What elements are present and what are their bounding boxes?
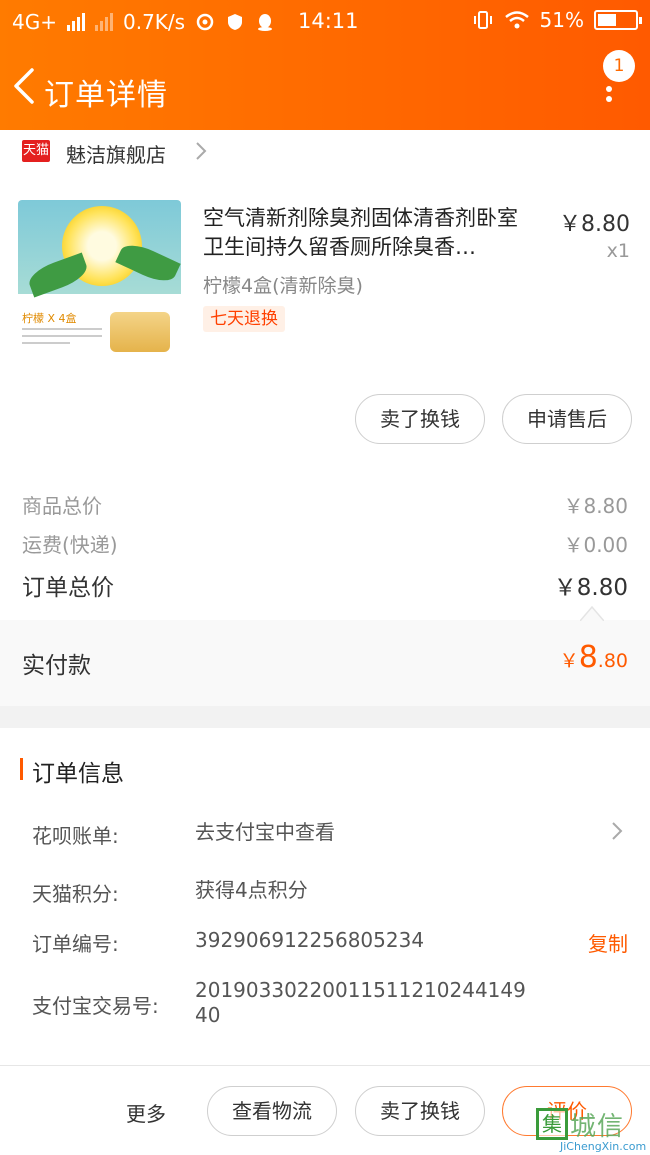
back-icon[interactable] xyxy=(10,66,40,106)
watermark-text: 城信 xyxy=(570,1112,625,1142)
shipping-row: 运费(快递) ￥0.00 xyxy=(22,529,628,558)
info-key: 花呗账单: xyxy=(32,824,119,848)
caret-up-icon xyxy=(580,605,604,621)
wifi-icon xyxy=(504,11,529,29)
order-total-label: 订单总价 xyxy=(22,575,114,601)
chevron-right-icon xyxy=(196,142,207,160)
vibrate-icon xyxy=(473,11,492,29)
dot-icon xyxy=(606,86,612,92)
return-policy-tag: 七天退换 xyxy=(203,306,285,332)
leaf-graphic xyxy=(115,238,181,288)
battery-icon xyxy=(594,10,642,30)
order-total-row: 订单总价 ￥8.80 xyxy=(22,568,628,602)
product-card: 柠檬 X 4盒 空气清新剂除臭剂固体清香剂卧室卫生间持久留香厕所除臭香… ￥8.… xyxy=(0,172,650,472)
info-value: 392906912256805234 xyxy=(195,928,425,952)
info-value: 获得4点积分 xyxy=(195,878,308,902)
watermark-url: JiChengXin.com xyxy=(560,1140,647,1153)
info-value: 2019033022001151121024414940 xyxy=(195,978,526,1027)
qq-icon xyxy=(258,14,273,31)
product-sku: 柠檬4盒(清新除臭) xyxy=(203,275,363,297)
header: 4G+ 0.7K/s 14:11 51% 订单详情 1 xyxy=(0,0,650,130)
product-price: ￥8.80 xyxy=(559,212,630,237)
info-value[interactable]: 去支付宝中查看 xyxy=(195,820,535,845)
shipping-value: ￥0.00 xyxy=(563,533,628,557)
product-title[interactable]: 空气清新剂除臭剂固体清香剂卧室卫生间持久留香厕所除臭香… xyxy=(203,204,533,262)
shop-name[interactable]: 魅洁旗舰店 xyxy=(66,139,166,168)
paid-amount: ￥8.80 xyxy=(560,640,628,675)
network-label: 4G+ xyxy=(12,10,57,34)
battery-percent: 51% xyxy=(539,8,584,32)
tmall-logo: 天猫 xyxy=(22,140,50,162)
after-sale-button[interactable]: 申请售后 xyxy=(502,394,632,444)
signal-icon xyxy=(66,13,85,31)
copy-button[interactable]: 复制 xyxy=(588,928,628,957)
price-summary: 商品总价 ￥8.80 运费(快递) ￥0.00 订单总价 ￥8.80 xyxy=(0,472,650,620)
paid-decimal: .80 xyxy=(597,650,628,672)
product-image-label: 柠檬 X 4盒 xyxy=(22,312,77,325)
info-key: 订单编号: xyxy=(32,932,119,956)
section-accent-bar xyxy=(20,758,23,780)
status-bar: 4G+ 0.7K/s 14:11 51% xyxy=(0,0,650,44)
order-total-value: ￥8.80 xyxy=(553,575,628,601)
sync-icon xyxy=(196,13,214,31)
clock: 14:11 xyxy=(298,9,359,33)
signal-icon-2 xyxy=(94,13,113,31)
product-image-text xyxy=(22,328,102,349)
view-logistics-button[interactable]: 查看物流 xyxy=(207,1086,337,1136)
order-info-section: 订单信息 花呗账单: 去支付宝中查看 天猫积分: 获得4点积分 订单编号: 39… xyxy=(0,728,650,1068)
order-info-title: 订单信息 xyxy=(32,761,124,787)
paid-currency: ￥ xyxy=(559,650,579,672)
network-speed: 0.7K/s xyxy=(122,10,186,34)
page-title: 订单详情 xyxy=(44,78,168,113)
goods-total-row: 商品总价 ￥8.80 xyxy=(22,490,628,519)
sell-button[interactable]: 卖了换钱 xyxy=(355,394,485,444)
product-quantity: x1 xyxy=(606,240,630,262)
chevron-right-icon xyxy=(612,822,623,840)
jar-graphic xyxy=(110,312,170,352)
goods-total-label: 商品总价 xyxy=(22,494,102,518)
paid-label: 实付款 xyxy=(22,653,91,679)
paid-integer: 8 xyxy=(578,640,598,675)
shop-row[interactable]: 天猫 魅洁旗舰店 xyxy=(0,130,650,172)
dot-icon xyxy=(606,96,612,102)
info-key: 天猫积分: xyxy=(32,882,119,906)
more-button[interactable]: 更多 xyxy=(126,1098,166,1127)
product-image[interactable]: 柠檬 X 4盒 xyxy=(18,200,181,357)
notification-badge[interactable]: 1 xyxy=(603,50,635,82)
leaf-graphic xyxy=(25,252,91,298)
info-key: 支付宝交易号: xyxy=(32,994,159,1018)
shipping-label: 运费(快递) xyxy=(22,533,118,557)
sell-button-bottom[interactable]: 卖了换钱 xyxy=(355,1086,485,1136)
watermark-logo: 集 xyxy=(536,1108,568,1140)
paid-amount-section: 实付款 ￥8.80 xyxy=(0,620,650,706)
shield-icon xyxy=(228,14,243,30)
goods-total-value: ￥8.80 xyxy=(563,494,628,518)
